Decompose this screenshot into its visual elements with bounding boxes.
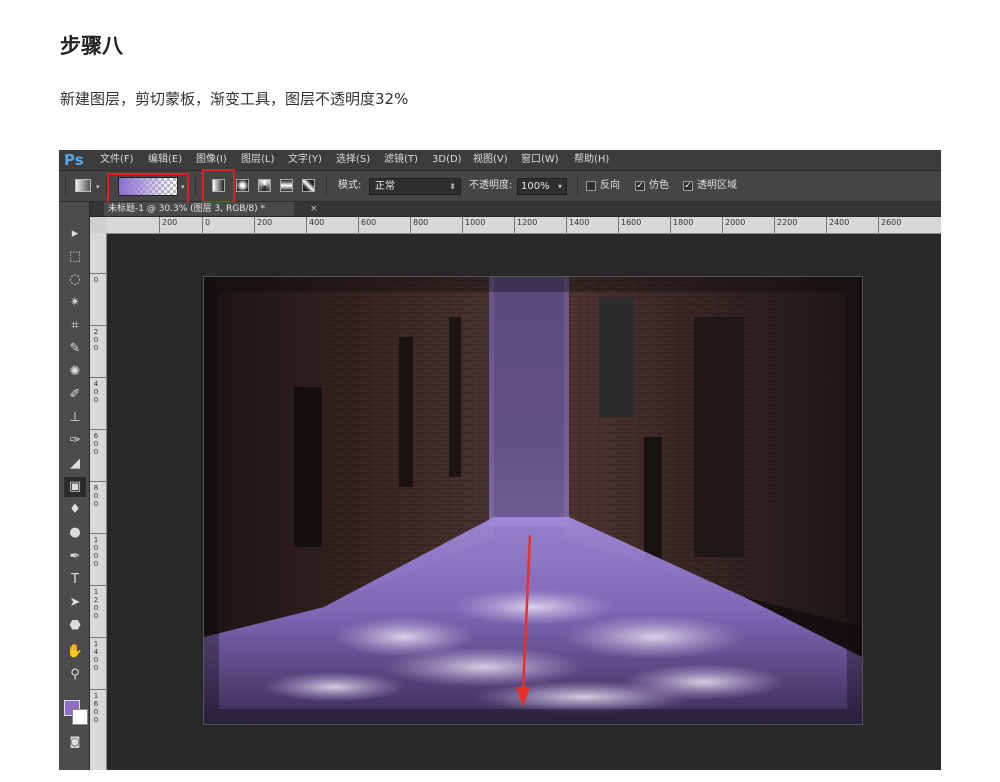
mode-value: 正常 [375, 181, 395, 192]
blur-icon[interactable]: ♦ [64, 500, 86, 520]
reflected-gradient-button[interactable] [280, 179, 293, 192]
document-canvas[interactable] [203, 276, 863, 725]
mode-select[interactable]: 正常 ⬍ [369, 178, 461, 195]
dodge-icon[interactable]: ● [64, 523, 86, 543]
separator [577, 177, 578, 195]
ruler-label: 1000 [465, 218, 486, 227]
ruler-label: 800 [413, 218, 429, 227]
ruler-label: 2600 [881, 218, 902, 227]
highlight-box-linear [202, 169, 235, 203]
ruler-label: 200 [93, 328, 99, 352]
separator [326, 177, 327, 195]
opacity-arrow-icon[interactable]: ▾ [558, 179, 562, 194]
photoshop-logo: Ps [64, 151, 84, 169]
ruler-label: 2200 [777, 218, 798, 227]
ruler-label: 0 [205, 218, 211, 227]
eraser-icon[interactable]: ◢ [64, 454, 86, 474]
gradient-icon[interactable]: ▣ [64, 477, 86, 497]
hand-icon[interactable]: ✋ [64, 642, 86, 662]
options-bar: ▾ ▾ 模式: 正常 ⬍ 不透明度: 100% ▾ 反向 ✓ 仿色 ✓ 透明区域 [59, 169, 941, 206]
brush-icon[interactable]: ✐ [64, 385, 86, 405]
menu-view[interactable]: 视图(V) [473, 150, 508, 170]
horizontal-ruler[interactable]: 200 0 200 400 600 800 1000 1200 1400 160… [107, 217, 941, 234]
transparency-checkbox[interactable]: ✓ [683, 181, 693, 191]
reverse-label: 反向 [600, 180, 620, 191]
pen-icon[interactable]: ✒ [64, 547, 86, 567]
ruler-label: 200 [162, 218, 178, 227]
ruler-label: 2000 [725, 218, 746, 227]
move-icon[interactable]: ▸ [64, 224, 86, 244]
ruler-label: 0 [93, 276, 99, 284]
path-selection-icon[interactable]: ➤ [64, 593, 86, 613]
tool-preset-caret-icon[interactable]: ▾ [96, 183, 100, 191]
ruler-label: 400 [309, 218, 325, 227]
menu-edit[interactable]: 编辑(E) [148, 150, 182, 170]
vertical-ruler[interactable]: 0 200 400 600 800 1000 1200 1400 1600 [90, 233, 107, 770]
ruler-label: 1200 [93, 588, 99, 620]
menu-layer[interactable]: 图层(L) [241, 150, 274, 170]
menu-help[interactable]: 帮助(H) [574, 150, 609, 170]
angle-gradient-button[interactable] [258, 179, 271, 192]
quick-mask-icon[interactable]: ◙ [64, 732, 86, 752]
menu-filter[interactable]: 滤镜(T) [384, 150, 418, 170]
ruler-label: 1000 [93, 536, 99, 568]
marquee-icon[interactable]: ⬚ [64, 247, 86, 267]
dither-label: 仿色 [649, 180, 669, 191]
zoom-icon[interactable]: ⚲ [64, 665, 86, 685]
article-text: 新建图层，剪切蒙板，渐变工具，图层不透明度32% [60, 90, 409, 108]
gradient-drag-arrow [516, 534, 532, 707]
ruler-label: 1600 [93, 692, 99, 724]
menu-type[interactable]: 文字(Y) [288, 150, 322, 170]
separator [195, 177, 196, 195]
tool-preset-icon[interactable] [75, 179, 91, 192]
type-icon[interactable]: T [64, 570, 86, 590]
document-tab[interactable]: 未标题-1 @ 30.3% (图层 3, RGB/8) * [104, 202, 294, 216]
ruler-label: 1400 [93, 640, 99, 672]
menu-3d[interactable]: 3D(D) [432, 150, 462, 170]
toolbox: ▸ ⬚ ◌ ✴ ⌗ ✎ ✺ ✐ ⊥ ✑ ◢ ▣ ♦ ● ✒ T ➤ ⬣ ✋ ⚲ … [59, 202, 90, 770]
ruler-label: 2400 [829, 218, 850, 227]
background-color-swatch[interactable] [72, 709, 88, 725]
ruler-label: 1600 [621, 218, 642, 227]
ruler-label: 1400 [569, 218, 590, 227]
menu-image[interactable]: 图像(I) [196, 150, 227, 170]
ruler-label: 400 [93, 380, 99, 404]
clone-stamp-icon[interactable]: ⊥ [64, 408, 86, 428]
menu-file[interactable]: 文件(F) [100, 150, 134, 170]
mode-label: 模式: [338, 180, 362, 191]
menu-window[interactable]: 窗口(W) [521, 150, 559, 170]
article-title: 步骤八 [60, 34, 123, 58]
dither-checkbox[interactable]: ✓ [635, 181, 645, 191]
magic-wand-icon[interactable]: ✴ [64, 293, 86, 313]
eyedropper-icon[interactable]: ✎ [64, 339, 86, 359]
menu-bar: Ps 文件(F) 编辑(E) 图像(I) 图层(L) 文字(Y) 选择(S) 滤… [59, 150, 941, 171]
healing-brush-icon[interactable]: ✺ [64, 362, 86, 382]
document-tab-strip: 未标题-1 @ 30.3% (图层 3, RGB/8) * × [90, 202, 941, 216]
radial-gradient-button[interactable] [236, 179, 249, 192]
shape-icon[interactable]: ⬣ [64, 616, 86, 636]
ruler-label: 800 [93, 484, 99, 508]
lasso-icon[interactable]: ◌ [64, 270, 86, 290]
ruler-label: 1200 [517, 218, 538, 227]
diamond-gradient-button[interactable] [302, 179, 315, 192]
reverse-checkbox[interactable] [586, 181, 596, 191]
ruler-label: 600 [361, 218, 377, 227]
ruler-origin[interactable] [90, 217, 107, 233]
mode-select-arrow-icon: ⬍ [449, 182, 456, 191]
opacity-field[interactable]: 100% ▾ [517, 178, 567, 195]
crop-icon[interactable]: ⌗ [64, 316, 86, 336]
opacity-value: 100% [521, 181, 550, 192]
transparency-label: 透明区域 [697, 180, 737, 191]
opacity-label: 不透明度: [469, 180, 513, 191]
ruler-label: 200 [257, 218, 273, 227]
photoshop-window: Ps 文件(F) 编辑(E) 图像(I) 图层(L) 文字(Y) 选择(S) 滤… [59, 150, 941, 770]
options-grip [65, 177, 66, 195]
ruler-label: 600 [93, 432, 99, 456]
close-tab-icon[interactable]: × [310, 202, 318, 216]
history-brush-icon[interactable]: ✑ [64, 431, 86, 451]
ruler-label: 1800 [673, 218, 694, 227]
menu-select[interactable]: 选择(S) [336, 150, 370, 170]
